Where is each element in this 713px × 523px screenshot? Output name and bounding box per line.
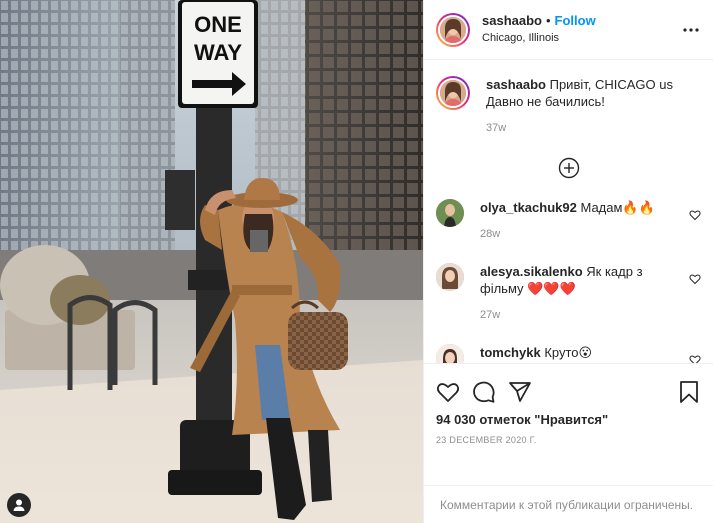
commenter-avatar[interactable] xyxy=(436,263,464,291)
location-link[interactable]: Chicago, Illinois xyxy=(482,30,679,47)
comments-closed-notice: Комментарии к этой публикации ограничены… xyxy=(424,485,713,523)
comment-like-heart-icon[interactable] xyxy=(689,209,701,221)
post-date[interactable]: 23 DECEMBER 2020 Г. xyxy=(436,435,701,445)
comment-text: Круто😮 xyxy=(544,345,593,360)
comment-like-heart-icon[interactable] xyxy=(689,273,701,285)
comments-list[interactable]: sashaabo Привіт, CHICAGO us Давно не бач… xyxy=(424,60,713,363)
header-separator: • xyxy=(545,13,551,28)
commenter-avatar[interactable] xyxy=(436,344,464,363)
comment-text: Мадам🔥🔥 xyxy=(580,200,655,215)
follow-button[interactable]: Follow xyxy=(555,12,596,29)
photo-scene: ONE WAY xyxy=(0,0,423,523)
heart-icon[interactable] xyxy=(436,380,460,404)
action-icons xyxy=(436,372,701,412)
comment-icon[interactable] xyxy=(472,380,496,404)
post-photo[interactable]: ONE WAY xyxy=(0,0,423,523)
more-horizontal-icon[interactable] xyxy=(679,18,703,42)
caption-username[interactable]: sashaabo xyxy=(486,77,546,92)
comment-username[interactable]: alesya.sikalenko xyxy=(480,264,583,279)
comment-time[interactable]: 28w xyxy=(480,226,675,243)
comment-time[interactable]: 27w xyxy=(480,307,675,324)
author-avatar[interactable] xyxy=(436,12,470,47)
comment-item: olya_tkachuk92 Мадам🔥🔥 28w xyxy=(436,199,701,243)
comment-item: tomchykk Круто😮 23w xyxy=(436,344,701,363)
post-actions: 94 030 отметок "Нравится" 23 DECEMBER 20… xyxy=(424,363,713,485)
comment-username[interactable]: olya_tkachuk92 xyxy=(480,200,577,215)
share-icon[interactable] xyxy=(508,380,532,404)
instagram-post: ONE WAY sashaabo • Follow Chicago, Illin… xyxy=(0,0,713,523)
caption: sashaabo Привіт, CHICAGO us Давно не бач… xyxy=(436,76,701,137)
plus-circle-icon[interactable] xyxy=(558,157,580,179)
comment-username[interactable]: tomchykk xyxy=(480,345,541,360)
commenter-avatar[interactable] xyxy=(436,199,464,227)
user-tag-icon[interactable] xyxy=(7,493,31,517)
sign-text-one: ONE xyxy=(194,12,242,37)
bookmark-icon[interactable] xyxy=(677,380,701,404)
caption-time[interactable]: 37w xyxy=(486,120,701,137)
post-side-panel: sashaabo • Follow Chicago, Illinois sash… xyxy=(423,0,713,523)
post-header: sashaabo • Follow Chicago, Illinois xyxy=(424,0,713,60)
header-text: sashaabo • Follow Chicago, Illinois xyxy=(482,12,679,47)
comment-like-heart-icon[interactable] xyxy=(689,354,701,363)
author-username[interactable]: sashaabo xyxy=(482,12,542,29)
load-more-comments[interactable] xyxy=(436,157,701,179)
comment-item: alesya.sikalenko Як кадр з фільму ❤️❤️❤️… xyxy=(436,263,701,324)
sign-text-way: WAY xyxy=(194,40,242,65)
caption-avatar[interactable] xyxy=(436,76,470,110)
likes-count[interactable]: 94 030 отметок "Нравится" xyxy=(436,412,701,427)
